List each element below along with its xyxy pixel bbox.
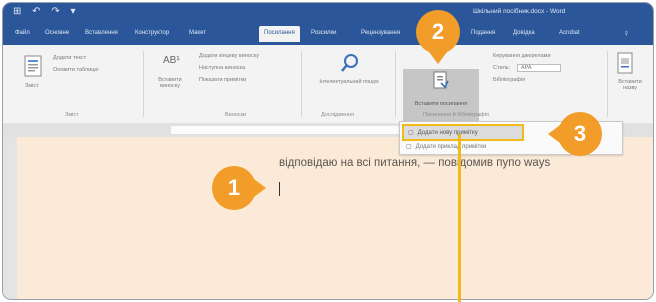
manage-sources-button[interactable]: Керування джерелами (493, 53, 551, 59)
update-table-button[interactable]: Оновити таблицю (53, 67, 98, 73)
footnotes-group-label: Виноски (225, 112, 247, 118)
document-page[interactable]: відповідаю на всі питання, — повідомив п… (17, 137, 653, 299)
search-icon[interactable] (339, 51, 361, 75)
document-text: відповідаю на всі питання, — повідомив п… (279, 157, 551, 169)
title-bar: ⊞ ↶ ↷ ▾ Шкільний посібник.docx - Word (3, 3, 653, 23)
insert-caption-button[interactable]: Вставити назву (613, 79, 647, 91)
style-select[interactable]: APA (517, 64, 561, 72)
tab-acrobat[interactable]: Acrobat (559, 30, 580, 36)
bibliography-button[interactable]: Бібліографія (493, 77, 525, 83)
insert-endnote-button[interactable]: Додати кінцеву виноску (199, 53, 259, 59)
smart-lookup-button[interactable]: Інтелектуальний пошук (317, 79, 381, 85)
insert-footnote-button[interactable]: Вставити виноску (153, 77, 187, 89)
tab-home[interactable]: Основне (45, 30, 69, 36)
show-notes-button[interactable]: Показати примітки (199, 77, 246, 83)
tab-review[interactable]: Рецензування (361, 30, 400, 36)
tab-references[interactable]: Посилання (259, 26, 300, 42)
vertical-ruler (3, 137, 17, 299)
callout-badge-1: 1 (212, 166, 266, 210)
next-footnote-button[interactable]: Наступна виноска (199, 65, 245, 71)
tab-mailings[interactable]: Розсилки (311, 30, 337, 36)
ribbon: Зміст Додати текст Оновити таблицю Зміст… (3, 45, 653, 124)
style-label: Стиль: (493, 65, 511, 71)
lightbulb-icon[interactable]: ♀ (623, 28, 630, 38)
insert-footnote-icon[interactable]: AB¹ (163, 55, 180, 66)
toc-button-label[interactable]: Зміст (25, 83, 39, 89)
add-placeholder-item[interactable]: ▢ Додати приклад примітки (402, 140, 486, 153)
document-icon: ▢ (406, 144, 412, 150)
word-window: ⊞ ↶ ↷ ▾ Шкільний посібник.docx - Word Фа… (2, 2, 654, 300)
divider (607, 51, 608, 117)
tab-insert[interactable]: Вставлення (85, 30, 118, 36)
document-title: Шкільний посібник.docx - Word (473, 8, 566, 15)
divider (143, 51, 144, 117)
quick-access-toolbar[interactable]: ⊞ ↶ ↷ ▾ (13, 6, 80, 17)
callout-guide-line (458, 134, 461, 302)
insert-caption-icon[interactable] (615, 51, 635, 75)
toc-icon[interactable] (23, 53, 43, 79)
tab-view[interactable]: Подання (471, 30, 495, 36)
insert-citation-icon[interactable] (431, 71, 451, 91)
toc-group-label: Зміст (65, 112, 79, 118)
citations-group-label: Посилання й бібліографія (423, 112, 489, 118)
text-cursor (279, 182, 280, 196)
callout-badge-3: 3 (548, 112, 602, 156)
ribbon-tabs: Файл Основне Вставлення Конструктор Маке… (3, 23, 653, 45)
document-icon: ▢ (408, 130, 414, 136)
add-text-button[interactable]: Додати текст (53, 55, 86, 61)
research-group-label: Дослідження (321, 112, 355, 118)
tab-file[interactable]: Файл (15, 30, 30, 36)
tab-design[interactable]: Конструктор (135, 30, 169, 36)
tab-layout[interactable]: Макет (189, 30, 206, 36)
insert-citation-button[interactable]: Вставити посилання (407, 101, 475, 107)
tab-help[interactable]: Довідка (513, 30, 535, 36)
add-new-source-item[interactable]: ▢ Додати нову примітку (402, 124, 524, 141)
divider (301, 51, 302, 117)
divider (395, 51, 396, 117)
menu-item-label: Додати нову примітку (417, 129, 478, 136)
menu-item-label: Додати приклад примітки (415, 143, 487, 150)
callout-badge-2: 2 (416, 10, 460, 64)
